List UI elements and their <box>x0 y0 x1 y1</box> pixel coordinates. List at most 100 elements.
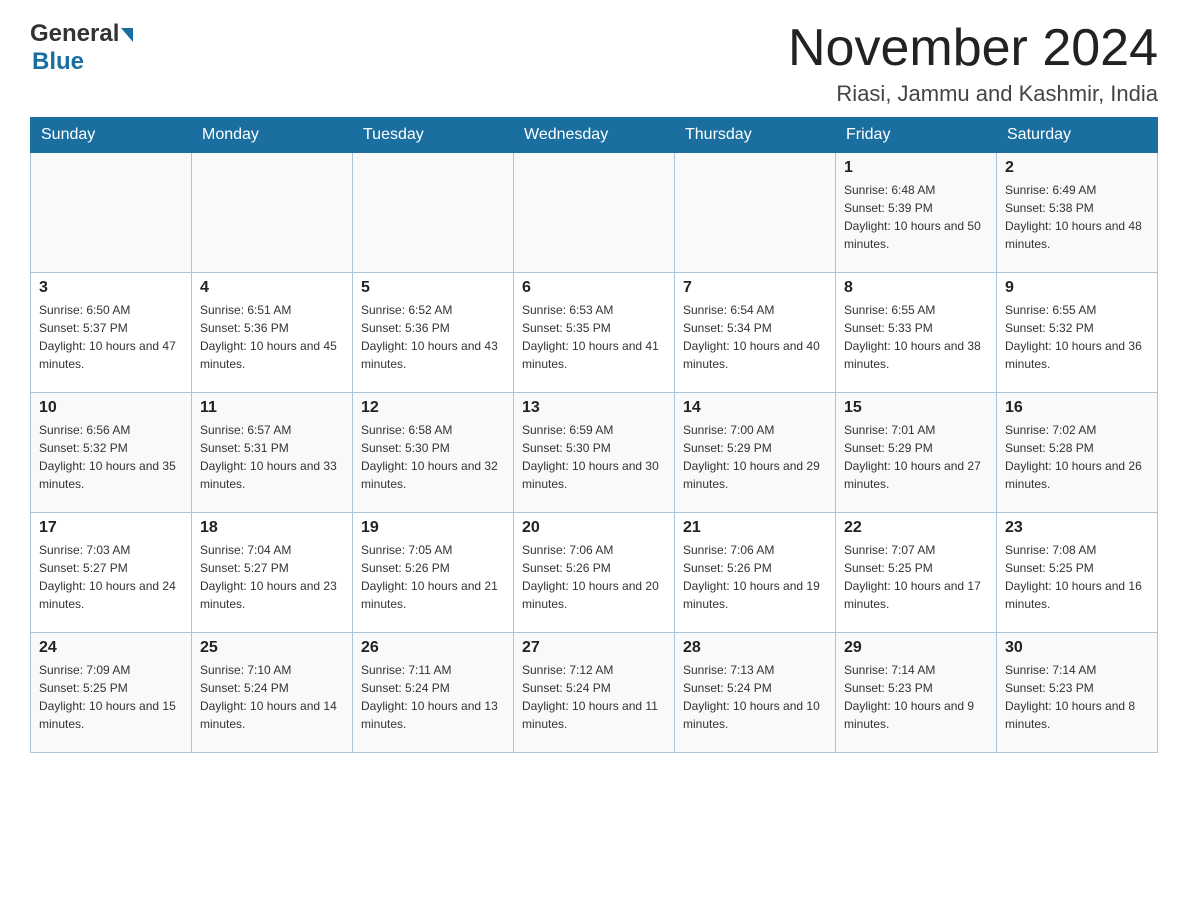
day-header-tuesday: Tuesday <box>353 118 514 153</box>
calendar-cell: 22 Sunrise: 7:07 AM Sunset: 5:25 PM Dayli… <box>836 513 997 633</box>
calendar-cell: 19 Sunrise: 7:05 AM Sunset: 5:26 PM Dayli… <box>353 513 514 633</box>
day-number: 3 <box>39 279 183 297</box>
calendar-cell: 25Sunrise: 7:10 AM Sunset: 5:24 PM Dayli… <box>192 633 353 753</box>
day-header-wednesday: Wednesday <box>514 118 675 153</box>
header-row: SundayMondayTuesdayWednesdayThursdayFrid… <box>31 118 1158 153</box>
day-number: 21 <box>683 519 827 537</box>
calendar-week-3: 10 Sunrise: 6:56 AM Sunset: 5:32 PM Dayli… <box>31 393 1158 513</box>
calendar-cell: 26Sunrise: 7:11 AM Sunset: 5:24 PM Dayli… <box>353 633 514 753</box>
calendar-cell: 18Sunrise: 7:04 AM Sunset: 5:27 PM Dayli… <box>192 513 353 633</box>
calendar-cell: 21Sunrise: 7:06 AM Sunset: 5:26 PM Dayli… <box>675 513 836 633</box>
day-number: 19 <box>361 519 505 537</box>
day-number: 27 <box>522 639 666 657</box>
day-number: 11 <box>200 399 344 417</box>
calendar-cell <box>31 153 192 273</box>
day-detail: Sunrise: 6:59 AM Sunset: 5:30 PM Dayligh… <box>522 421 666 493</box>
day-number: 15 <box>844 399 988 417</box>
calendar-cell: 30 Sunrise: 7:14 AM Sunset: 5:23 PM Dayli… <box>997 633 1158 753</box>
day-number: 13 <box>522 399 666 417</box>
day-number: 29 <box>844 639 988 657</box>
day-header-monday: Monday <box>192 118 353 153</box>
month-title: November 2024 <box>788 20 1158 77</box>
logo-triangle-icon <box>121 28 133 42</box>
day-detail: Sunrise: 6:55 AM Sunset: 5:32 PM Dayligh… <box>1005 301 1149 373</box>
day-detail: Sunrise: 7:00 AM Sunset: 5:29 PM Dayligh… <box>683 421 827 493</box>
calendar-cell: 24 Sunrise: 7:09 AM Sunset: 5:25 PM Dayli… <box>31 633 192 753</box>
calendar-cell <box>675 153 836 273</box>
day-detail: Sunrise: 6:58 AM Sunset: 5:30 PM Dayligh… <box>361 421 505 493</box>
calendar-week-4: 17 Sunrise: 7:03 AM Sunset: 5:27 PM Dayli… <box>31 513 1158 633</box>
calendar-cell: 1Sunrise: 6:48 AM Sunset: 5:39 PM Daylig… <box>836 153 997 273</box>
calendar-cell: 12 Sunrise: 6:58 AM Sunset: 5:30 PM Dayli… <box>353 393 514 513</box>
day-header-saturday: Saturday <box>997 118 1158 153</box>
calendar-cell: 13 Sunrise: 6:59 AM Sunset: 5:30 PM Dayli… <box>514 393 675 513</box>
day-number: 17 <box>39 519 183 537</box>
day-number: 5 <box>361 279 505 297</box>
title-block: November 2024 Riasi, Jammu and Kashmir, … <box>788 20 1158 107</box>
day-number: 18 <box>200 519 344 537</box>
day-detail: Sunrise: 6:50 AM Sunset: 5:37 PM Dayligh… <box>39 301 183 373</box>
day-number: 28 <box>683 639 827 657</box>
day-number: 6 <box>522 279 666 297</box>
day-number: 14 <box>683 399 827 417</box>
calendar-cell: 9Sunrise: 6:55 AM Sunset: 5:32 PM Daylig… <box>997 273 1158 393</box>
day-detail: Sunrise: 7:14 AM Sunset: 5:23 PM Dayligh… <box>1005 661 1149 733</box>
day-number: 20 <box>522 519 666 537</box>
day-detail: Sunrise: 7:14 AM Sunset: 5:23 PM Dayligh… <box>844 661 988 733</box>
day-number: 30 <box>1005 639 1149 657</box>
day-detail: Sunrise: 7:05 AM Sunset: 5:26 PM Dayligh… <box>361 541 505 613</box>
calendar-table: SundayMondayTuesdayWednesdayThursdayFrid… <box>30 117 1158 753</box>
calendar-cell: 5 Sunrise: 6:52 AM Sunset: 5:36 PM Daylig… <box>353 273 514 393</box>
calendar-cell: 7Sunrise: 6:54 AM Sunset: 5:34 PM Daylig… <box>675 273 836 393</box>
day-number: 22 <box>844 519 988 537</box>
calendar-cell: 23 Sunrise: 7:08 AM Sunset: 5:25 PM Dayli… <box>997 513 1158 633</box>
day-header-friday: Friday <box>836 118 997 153</box>
day-number: 24 <box>39 639 183 657</box>
calendar-cell: 27Sunrise: 7:12 AM Sunset: 5:24 PM Dayli… <box>514 633 675 753</box>
day-detail: Sunrise: 6:49 AM Sunset: 5:38 PM Dayligh… <box>1005 181 1149 253</box>
calendar-cell: 15 Sunrise: 7:01 AM Sunset: 5:29 PM Dayli… <box>836 393 997 513</box>
day-detail: Sunrise: 7:01 AM Sunset: 5:29 PM Dayligh… <box>844 421 988 493</box>
day-detail: Sunrise: 7:09 AM Sunset: 5:25 PM Dayligh… <box>39 661 183 733</box>
page-header: General Blue November 2024 Riasi, Jammu … <box>30 20 1158 107</box>
calendar-header: SundayMondayTuesdayWednesdayThursdayFrid… <box>31 118 1158 153</box>
day-detail: Sunrise: 7:06 AM Sunset: 5:26 PM Dayligh… <box>522 541 666 613</box>
calendar-cell: 3 Sunrise: 6:50 AM Sunset: 5:37 PM Daylig… <box>31 273 192 393</box>
day-detail: Sunrise: 6:52 AM Sunset: 5:36 PM Dayligh… <box>361 301 505 373</box>
calendar-cell <box>192 153 353 273</box>
day-detail: Sunrise: 6:57 AM Sunset: 5:31 PM Dayligh… <box>200 421 344 493</box>
logo-general-text: General <box>30 20 119 48</box>
calendar-cell: 17 Sunrise: 7:03 AM Sunset: 5:27 PM Dayli… <box>31 513 192 633</box>
calendar-cell: 6 Sunrise: 6:53 AM Sunset: 5:35 PM Daylig… <box>514 273 675 393</box>
day-header-sunday: Sunday <box>31 118 192 153</box>
day-detail: Sunrise: 6:56 AM Sunset: 5:32 PM Dayligh… <box>39 421 183 493</box>
day-detail: Sunrise: 7:08 AM Sunset: 5:25 PM Dayligh… <box>1005 541 1149 613</box>
day-detail: Sunrise: 6:55 AM Sunset: 5:33 PM Dayligh… <box>844 301 988 373</box>
day-number: 1 <box>844 159 988 177</box>
day-detail: Sunrise: 6:53 AM Sunset: 5:35 PM Dayligh… <box>522 301 666 373</box>
location-title: Riasi, Jammu and Kashmir, India <box>788 81 1158 107</box>
day-number: 23 <box>1005 519 1149 537</box>
day-detail: Sunrise: 7:03 AM Sunset: 5:27 PM Dayligh… <box>39 541 183 613</box>
day-detail: Sunrise: 7:11 AM Sunset: 5:24 PM Dayligh… <box>361 661 505 733</box>
calendar-body: 1Sunrise: 6:48 AM Sunset: 5:39 PM Daylig… <box>31 153 1158 753</box>
logo-blue-text: Blue <box>32 48 84 75</box>
day-header-thursday: Thursday <box>675 118 836 153</box>
calendar-cell: 4Sunrise: 6:51 AM Sunset: 5:36 PM Daylig… <box>192 273 353 393</box>
calendar-week-1: 1Sunrise: 6:48 AM Sunset: 5:39 PM Daylig… <box>31 153 1158 273</box>
day-number: 25 <box>200 639 344 657</box>
calendar-cell <box>514 153 675 273</box>
day-number: 16 <box>1005 399 1149 417</box>
logo: General Blue <box>30 20 133 76</box>
day-detail: Sunrise: 7:13 AM Sunset: 5:24 PM Dayligh… <box>683 661 827 733</box>
calendar-cell: 11 Sunrise: 6:57 AM Sunset: 5:31 PM Dayli… <box>192 393 353 513</box>
calendar-cell: 2Sunrise: 6:49 AM Sunset: 5:38 PM Daylig… <box>997 153 1158 273</box>
day-number: 7 <box>683 279 827 297</box>
day-detail: Sunrise: 7:07 AM Sunset: 5:25 PM Dayligh… <box>844 541 988 613</box>
day-detail: Sunrise: 6:51 AM Sunset: 5:36 PM Dayligh… <box>200 301 344 373</box>
calendar-cell: 10 Sunrise: 6:56 AM Sunset: 5:32 PM Dayli… <box>31 393 192 513</box>
day-number: 10 <box>39 399 183 417</box>
calendar-week-2: 3 Sunrise: 6:50 AM Sunset: 5:37 PM Daylig… <box>31 273 1158 393</box>
calendar-week-5: 24 Sunrise: 7:09 AM Sunset: 5:25 PM Dayli… <box>31 633 1158 753</box>
day-number: 12 <box>361 399 505 417</box>
